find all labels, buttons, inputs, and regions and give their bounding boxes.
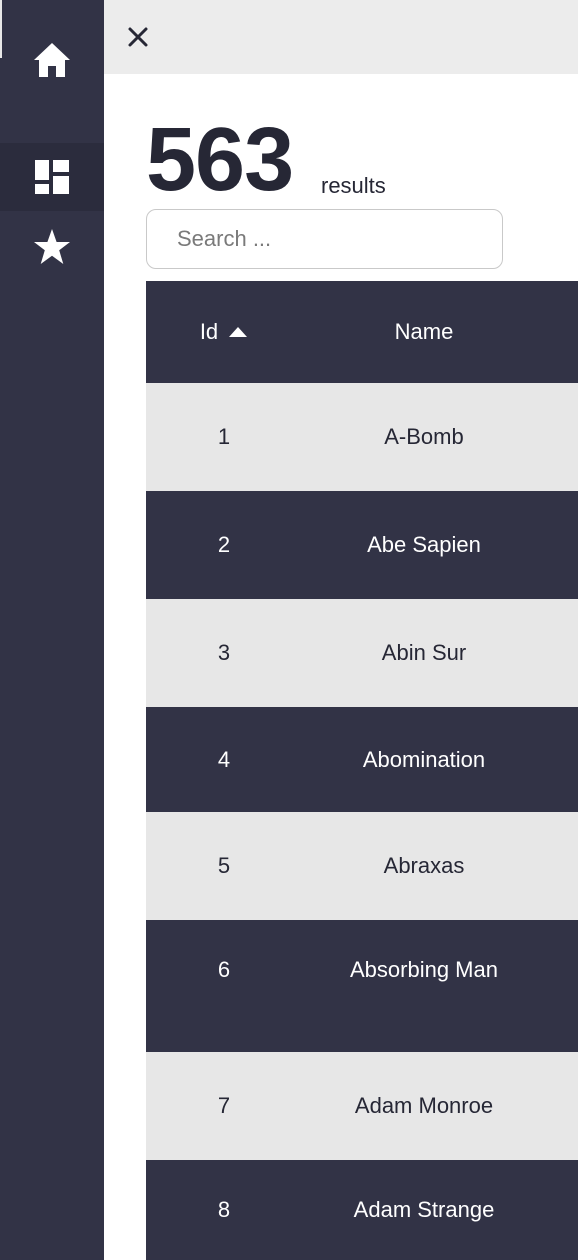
sidebar-item-home[interactable] xyxy=(0,26,104,94)
cell-id: 3 xyxy=(217,640,231,665)
cell-name: Abomination xyxy=(362,746,486,772)
cell-name: Abin Sur xyxy=(381,640,467,665)
search-input[interactable] xyxy=(146,209,503,269)
table-row[interactable]: 3 Abin Sur xyxy=(146,599,578,707)
results-label: results xyxy=(321,173,386,198)
results-count: 563 xyxy=(146,110,294,210)
close-icon xyxy=(128,27,148,47)
cell-id: 7 xyxy=(217,1093,231,1118)
table-row[interactable]: 8 Adam Strange xyxy=(146,1160,578,1260)
cell-id: 8 xyxy=(217,1197,231,1222)
top-bar xyxy=(104,0,578,74)
star-icon xyxy=(34,229,70,264)
sidebar-item-favorites[interactable] xyxy=(0,213,104,281)
sidebar xyxy=(0,0,104,1260)
cell-id: 6 xyxy=(217,957,231,982)
table-row[interactable]: 5 Abraxas xyxy=(146,812,578,920)
cell-name: Adam Strange xyxy=(353,1197,495,1222)
cell-id: 1 xyxy=(217,424,231,449)
cell-id: 4 xyxy=(217,746,231,772)
sidebar-item-dashboard[interactable] xyxy=(0,143,104,211)
cell-name: Abe Sapien xyxy=(367,532,481,557)
table-row[interactable]: 2 Abe Sapien xyxy=(146,491,578,599)
cell-name: Adam Monroe xyxy=(354,1093,494,1118)
cell-id: 2 xyxy=(217,532,231,557)
dashboard-icon xyxy=(35,160,69,194)
cell-name: Abraxas xyxy=(383,853,465,878)
column-header-name[interactable]: Name xyxy=(296,281,552,383)
table-row[interactable]: 6 Absorbing Man xyxy=(146,920,578,1052)
results-table: Id Name 1 A-Bomb 2 Abe Sapien 3 Abin Sur… xyxy=(146,281,578,1260)
table-row[interactable]: 4 Abomination xyxy=(146,707,578,812)
column-header-id[interactable]: Id xyxy=(174,281,274,383)
table-header-row: Id Name xyxy=(146,281,578,383)
sort-ascending-icon xyxy=(229,327,248,337)
column-header-id-label: Id xyxy=(199,319,219,344)
table-row[interactable]: 1 A-Bomb xyxy=(146,383,578,491)
home-icon xyxy=(34,43,70,77)
cell-name: A-Bomb xyxy=(384,424,464,449)
close-button[interactable] xyxy=(122,21,154,53)
table-row[interactable]: 7 Adam Monroe xyxy=(146,1052,578,1160)
cell-id: 5 xyxy=(217,853,231,878)
cell-name: Absorbing Man xyxy=(350,957,498,982)
